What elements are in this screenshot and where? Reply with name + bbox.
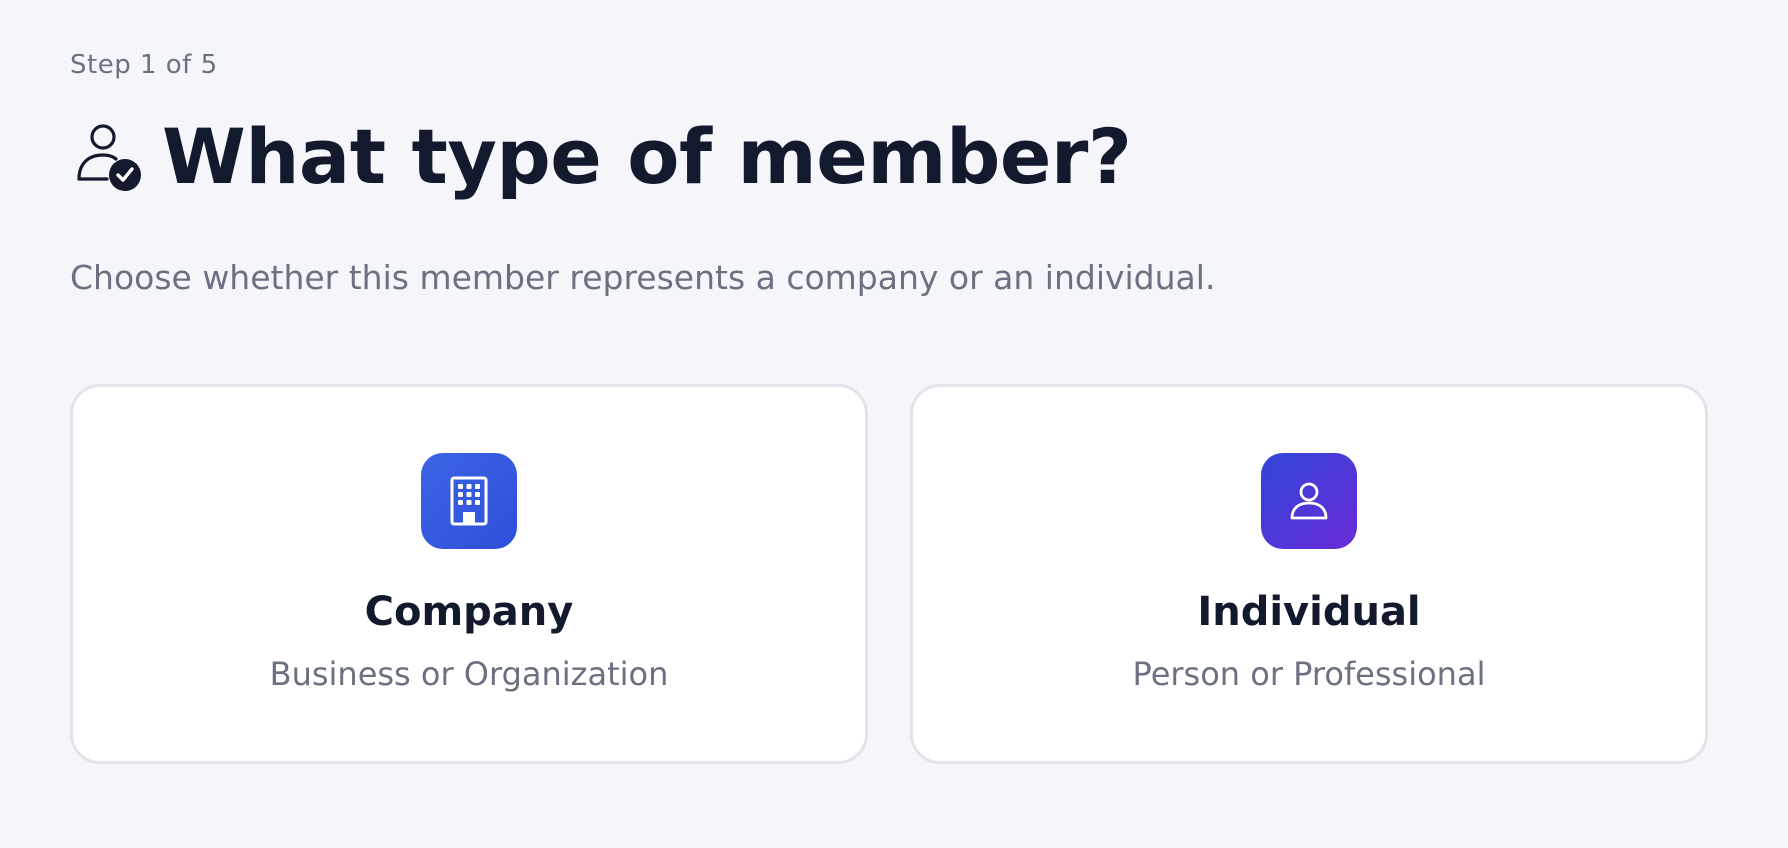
building-icon <box>421 453 517 549</box>
member-type-step: Step 1 of 5 What type of member? Choose … <box>0 0 1788 848</box>
company-option-card[interactable]: Company Business or Organization <box>70 384 868 764</box>
individual-option-title: Individual <box>1197 589 1421 635</box>
member-type-options: Company Business or Organization Individ… <box>70 384 1708 764</box>
company-option-description: Business or Organization <box>269 655 669 693</box>
individual-option-description: Person or Professional <box>1132 655 1486 693</box>
page-title: What type of member? <box>162 112 1132 201</box>
page-subtitle: Choose whether this member represents a … <box>70 258 1216 297</box>
step-indicator: Step 1 of 5 <box>70 50 218 80</box>
individual-option-card[interactable]: Individual Person or Professional <box>910 384 1708 764</box>
company-option-title: Company <box>364 589 574 635</box>
page-header: What type of member? <box>70 112 1132 202</box>
user-check-icon <box>70 116 152 198</box>
person-icon <box>1261 453 1357 549</box>
